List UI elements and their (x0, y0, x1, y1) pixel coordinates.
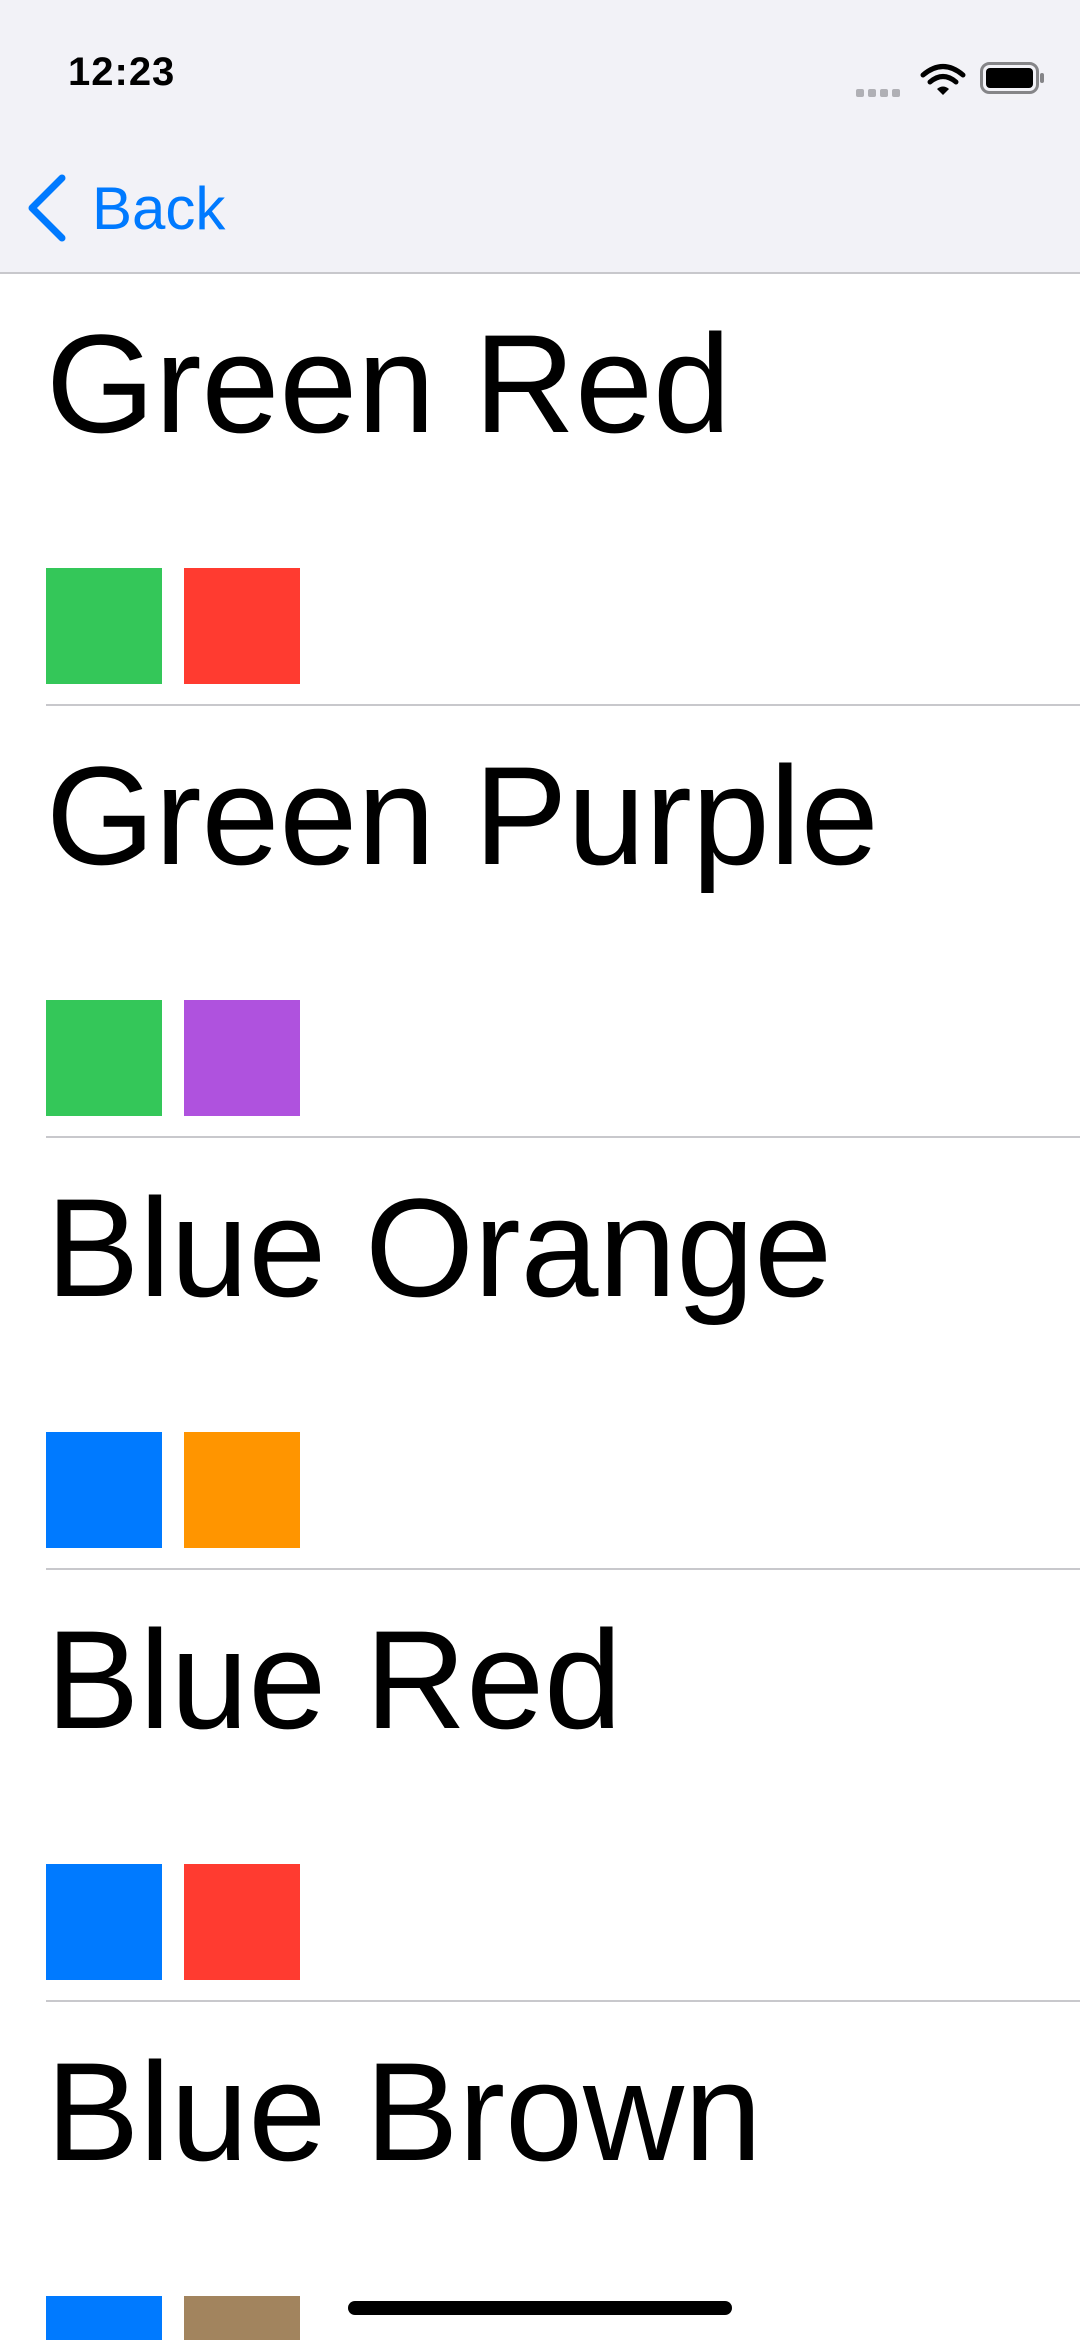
color-swatch (46, 568, 162, 684)
color-pair-list: Green Red Green Purple Blue Orange Blue … (0, 274, 1080, 2340)
back-label: Back (92, 174, 226, 242)
home-indicator[interactable] (348, 2301, 732, 2315)
item-title: Blue Orange (46, 1169, 833, 1326)
color-swatch (46, 1864, 162, 1980)
item-title: Blue Red (46, 1601, 622, 1758)
wifi-icon (920, 64, 966, 95)
list-item[interactable]: Green Purple (0, 706, 1080, 1138)
status-bar: 12:23 (0, 0, 1080, 140)
swatch-group (46, 568, 322, 684)
swatch-group (46, 1000, 322, 1116)
color-swatch (184, 2296, 300, 2340)
list-item[interactable]: Blue Red (0, 1570, 1080, 2002)
list-item[interactable]: Green Red (0, 274, 1080, 706)
swatch-group (46, 2296, 322, 2340)
list-item[interactable]: Blue Orange (0, 1138, 1080, 1570)
navigation-bar: Back (0, 140, 1080, 274)
color-swatch (46, 2296, 162, 2340)
color-swatch (184, 1000, 300, 1116)
color-swatch (184, 1432, 300, 1548)
screen: 12:23 Back Green Red Green Purple Blue O… (0, 0, 1080, 2340)
signal-icon (856, 84, 906, 97)
item-title: Green Purple (46, 737, 879, 894)
color-swatch (184, 568, 300, 684)
list-item[interactable]: Blue Brown (0, 2002, 1080, 2340)
swatch-group (46, 1432, 322, 1548)
item-title: Blue Brown (46, 2033, 762, 2190)
color-swatch (184, 1864, 300, 1980)
back-button[interactable]: Back (24, 168, 225, 248)
color-swatch (46, 1000, 162, 1116)
swatch-group (46, 1864, 322, 1980)
status-time: 12:23 (68, 50, 176, 94)
color-swatch (46, 1432, 162, 1548)
item-title: Green Red (46, 305, 731, 462)
chevron-left-icon (28, 174, 66, 242)
battery-icon (980, 62, 1044, 94)
